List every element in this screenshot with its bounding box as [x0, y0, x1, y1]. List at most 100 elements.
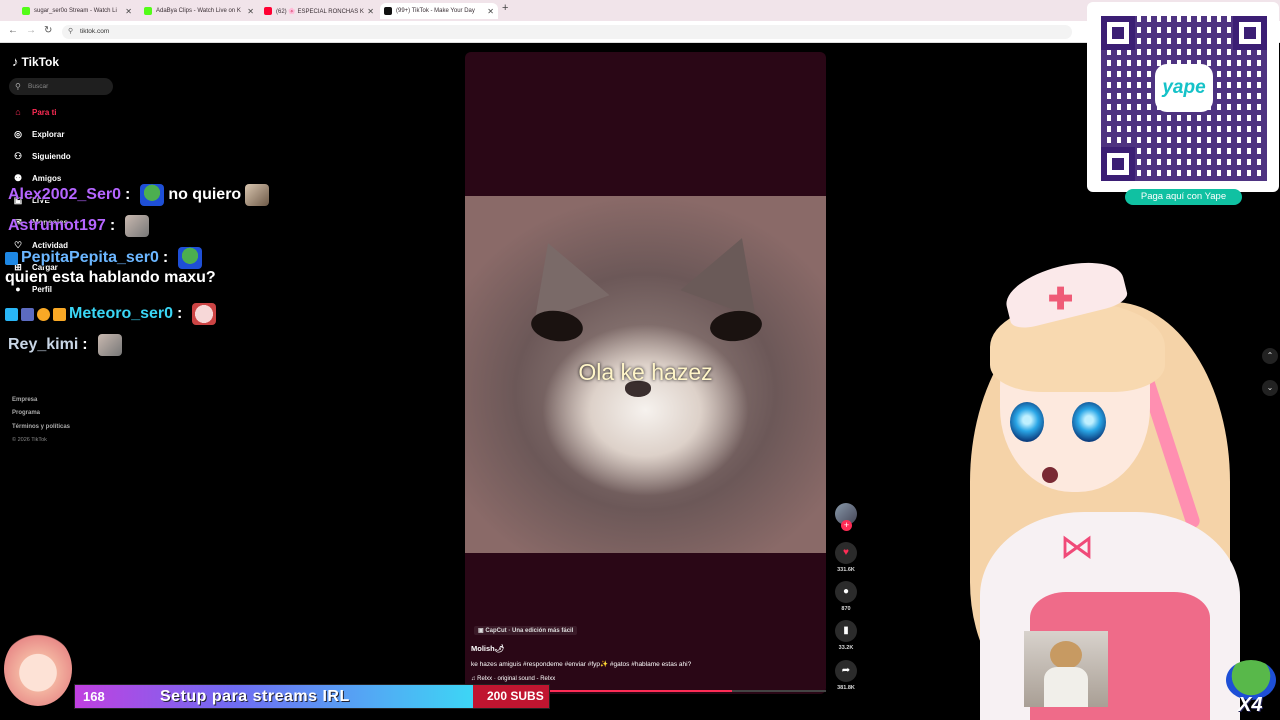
chat-message-wrapped: quien esta hablando maxu?	[5, 247, 267, 297]
nav-label: Para ti	[32, 107, 57, 117]
sub-goal-current: 168	[83, 689, 105, 704]
forward-icon[interactable]: →	[26, 25, 36, 36]
pepe-emote-icon	[140, 184, 165, 206]
tab-title: AdaBya Clips - Watch Live on K	[156, 8, 241, 14]
chat-separator: :	[109, 217, 116, 234]
sub-goal-title: Setup para streams IRL	[160, 688, 350, 705]
reload-icon[interactable]: ↻	[44, 25, 52, 36]
close-tab-icon[interactable]: ✕	[125, 7, 132, 16]
comment-count: 870	[841, 606, 851, 612]
kick-favicon-icon	[144, 7, 152, 15]
search-placeholder: Buscar	[28, 83, 49, 90]
close-tab-icon[interactable]: ✕	[487, 7, 494, 16]
video-author[interactable]: Molish🌶	[471, 644, 504, 653]
like-button[interactable]: ♥	[835, 542, 857, 564]
footer-link-program[interactable]: Programa	[12, 410, 40, 416]
url-text: tiktok.com	[80, 28, 110, 35]
footer-link-terms[interactable]: Términos y políticas	[12, 424, 70, 430]
vtuber-mouth	[1042, 467, 1058, 483]
hand-emote-icon	[125, 215, 150, 237]
video-text-overlay: Ola ke hazez	[578, 359, 713, 385]
browser-tab-active[interactable]: (99+) TikTok - Make Your Day ✕	[380, 3, 498, 19]
chat-badge-icon	[37, 307, 50, 321]
sub-goal-target: 200 SUBS	[487, 689, 544, 703]
yape-qr-card: yape	[1087, 2, 1279, 192]
chat-message: Alex2002_Ser0 : no quiero	[8, 184, 273, 206]
chat-text: no quiero	[168, 186, 242, 203]
chat-message: Meteoro_ser0 :	[5, 303, 220, 325]
nav-label: Explorar	[32, 130, 65, 139]
tab-title: (99+) TikTok - Make Your Day	[396, 8, 475, 14]
creature-emote-icon	[192, 303, 217, 325]
comment-button[interactable]: ●	[835, 581, 857, 603]
youtube-favicon-icon	[264, 7, 272, 15]
nav-friends[interactable]: ⚉ Amigos	[12, 173, 61, 184]
cat-video-frame: Ola ke hazez	[465, 196, 826, 553]
bookmark-icon: ▮	[843, 625, 849, 636]
heart-icon: ♥	[843, 547, 849, 558]
yape-logo: yape	[1155, 64, 1213, 112]
chat-text: quien esta hablando maxu?	[5, 269, 216, 286]
chat-message: Rey_kimi :	[8, 334, 126, 356]
capcut-tag[interactable]: ▣ CapCut · Una edición más fácil	[474, 626, 578, 635]
cat-eye	[529, 307, 585, 345]
cat-eye	[708, 308, 764, 344]
nurse-cross-icon: ✚	[1048, 283, 1074, 316]
share-icon: ➦	[841, 665, 851, 676]
sub-goal-bar: 168 Setup para streams IRL 200 SUBS	[74, 684, 550, 709]
chat-separator: :	[82, 336, 88, 353]
yape-pay-button[interactable]: Paga aquí con Yape	[1125, 189, 1242, 205]
site-info-icon[interactable]: ⚲	[68, 25, 73, 39]
compass-icon: ◎	[14, 129, 22, 139]
tab-title: sugar_ser0o Stream - Watch Li	[34, 8, 117, 14]
nav-following[interactable]: ⚇ Siguiendo	[12, 151, 71, 162]
chat-message: Astrumot197 :	[8, 215, 153, 237]
browser-tab[interactable]: sugar_ser0o Stream - Watch Li ✕	[18, 3, 136, 19]
streamer-chibi-avatar	[4, 632, 72, 706]
cat-ear	[680, 224, 780, 318]
nav-explore[interactable]: ◎ Explorar	[12, 129, 64, 140]
close-tab-icon[interactable]: ✕	[247, 7, 254, 16]
chat-badge-icon	[21, 307, 34, 321]
friends-icon: ⚉	[13, 173, 23, 183]
like-count: 331.6K	[837, 567, 855, 573]
chat-separator: :	[177, 305, 183, 322]
cat-photo-head	[1050, 641, 1082, 669]
save-count: 33.2K	[838, 645, 854, 651]
crown-badge-icon	[53, 307, 66, 321]
browser-tab[interactable]: (62) 🌸 ESPECIAL RONCHAS K ✕	[260, 3, 378, 19]
qr-finder	[1101, 147, 1135, 181]
close-tab-icon[interactable]: ✕	[367, 7, 374, 16]
browser-tab[interactable]: AdaBya Clips - Watch Live on K ✕	[140, 3, 258, 19]
chat-username: Rey_kimi	[8, 336, 79, 353]
save-button[interactable]: ▮	[835, 620, 857, 642]
following-icon: ⚇	[13, 151, 23, 161]
follow-plus-icon[interactable]: +	[841, 520, 852, 531]
cat-emote-icon	[245, 184, 270, 206]
share-count: 381.8K	[837, 685, 855, 691]
tiktok-note-icon: ♪	[12, 54, 19, 69]
qr-finder	[1233, 16, 1267, 50]
url-field[interactable]: ⚲ tiktok.com	[62, 25, 1072, 39]
home-icon: ⌂	[15, 107, 21, 117]
back-icon[interactable]: ←	[8, 25, 18, 36]
chat-separator: :	[124, 186, 131, 203]
new-tab-icon[interactable]: +	[502, 2, 508, 14]
nav-label: Amigos	[32, 174, 62, 183]
tiktok-logo[interactable]: ♪ TikTok	[12, 54, 59, 69]
video-music[interactable]: ♫ Relxx · original sound - Relxx	[471, 676, 555, 682]
copyright: © 2026 TikTok	[12, 437, 47, 443]
multiplier-label: X4	[1238, 694, 1263, 716]
cat-photo-body	[1044, 667, 1088, 707]
capcut-label: CapCut · Una edición más fácil	[485, 628, 574, 634]
video-description: ke hazes amiguis #respondeme #enviar #fy…	[471, 661, 692, 668]
chat-username: Astrumot197	[8, 217, 106, 234]
vtuber-eye	[1010, 402, 1044, 442]
search-input[interactable]: ⚲ Buscar	[9, 78, 113, 95]
cat-ear	[510, 229, 610, 323]
footer-link-company[interactable]: Empresa	[12, 397, 37, 403]
video-player[interactable]: Ola ke hazez	[465, 52, 826, 694]
share-button[interactable]: ➦	[835, 660, 857, 682]
nav-for-you[interactable]: ⌂ Para ti	[12, 107, 56, 117]
vtuber-eye	[1072, 402, 1106, 442]
